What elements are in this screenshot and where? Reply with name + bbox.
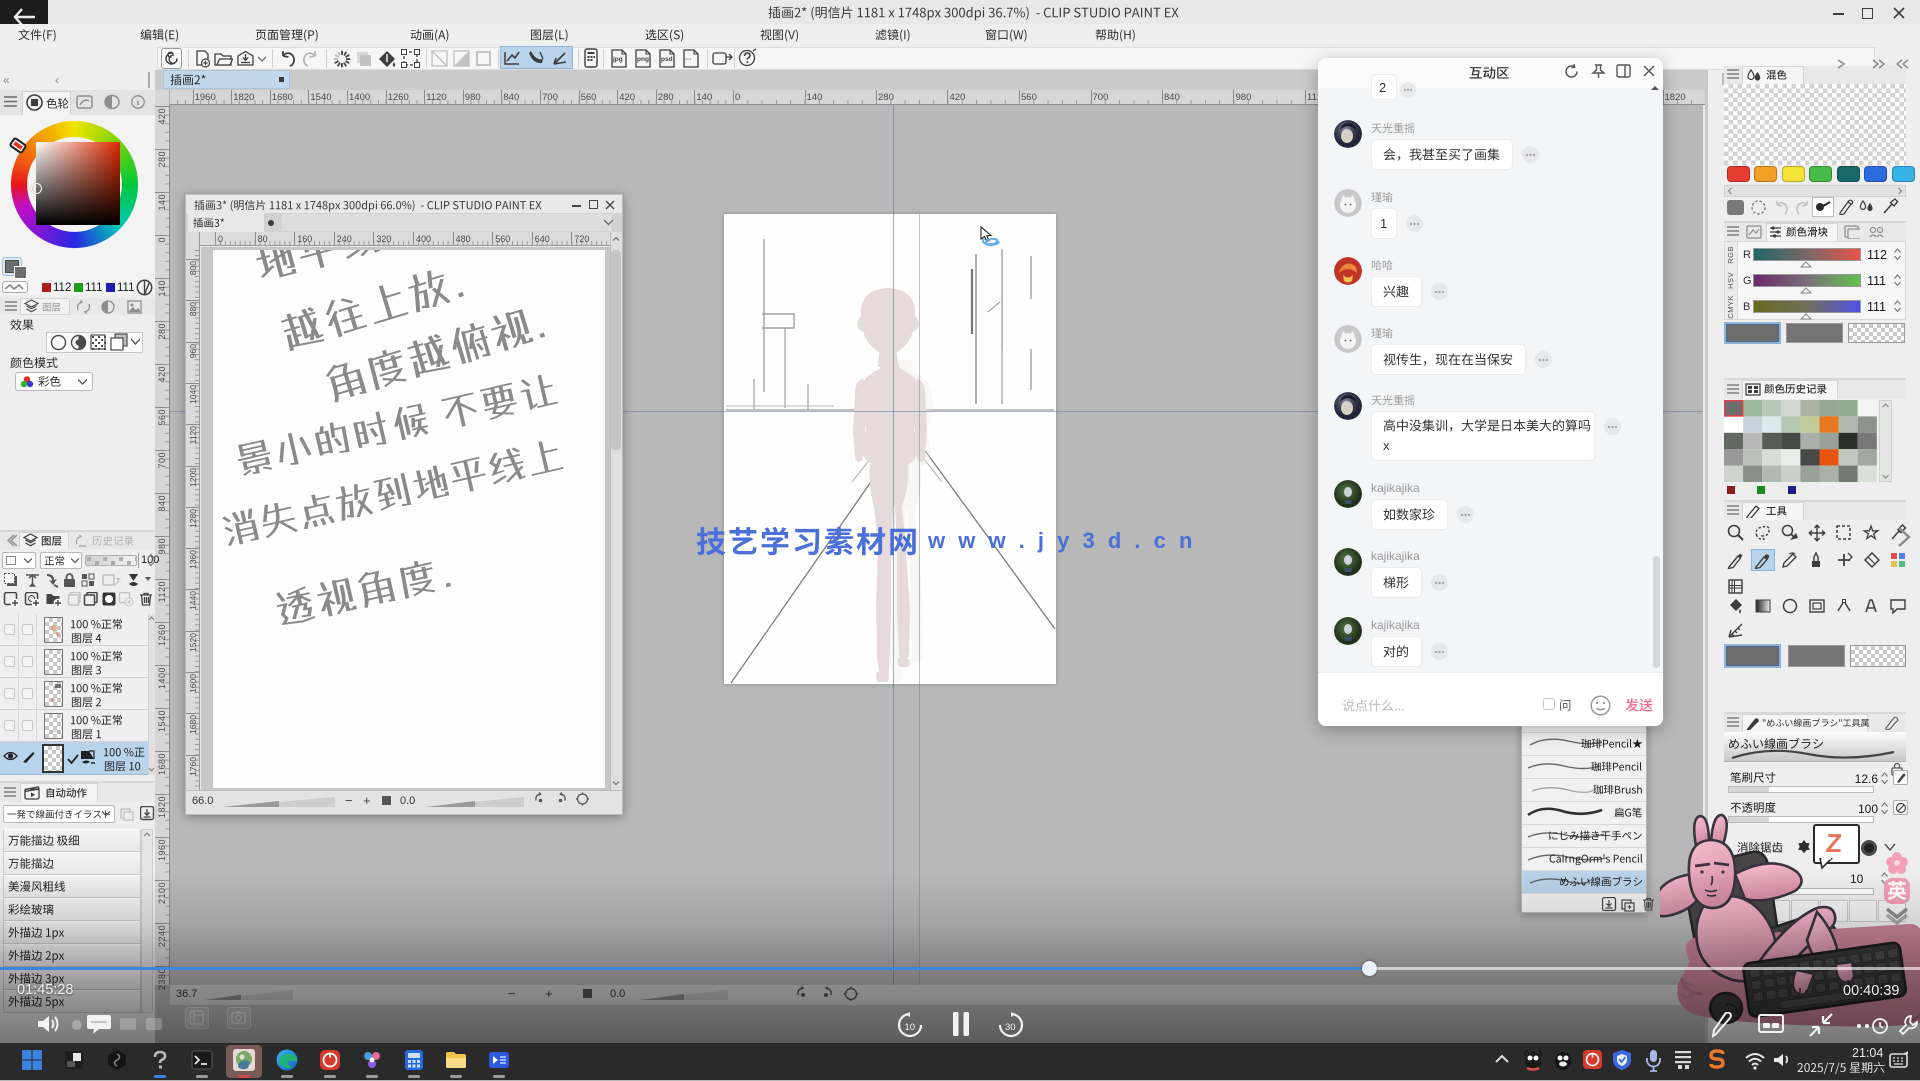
svg-text:S: S xyxy=(1680,978,1695,1003)
svg-text:10: 10 xyxy=(905,1022,916,1033)
svg-text:30: 30 xyxy=(1005,1022,1016,1033)
